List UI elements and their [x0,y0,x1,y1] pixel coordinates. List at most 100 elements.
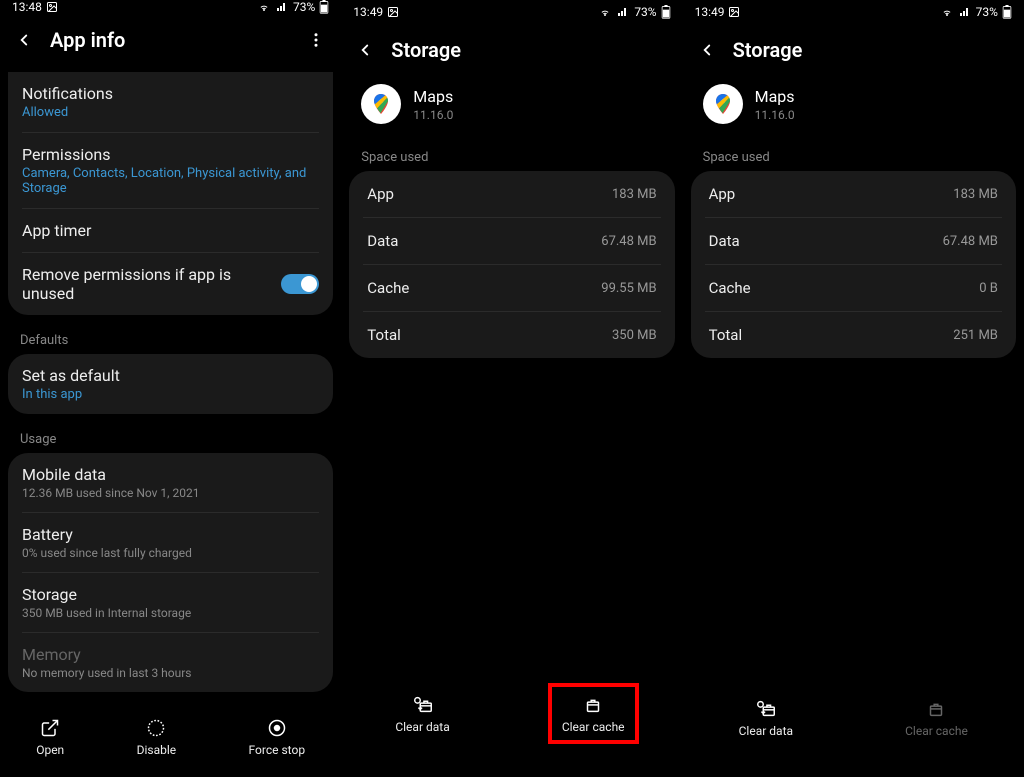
row-value: 350 MB [612,328,657,343]
card-space-used: App 183 MB Data 67.48 MB Cache 0 B Total… [691,171,1016,358]
row-app-size: App 183 MB [363,171,660,217]
back-button[interactable] [355,40,375,60]
battery-icon [661,5,671,19]
row-label: Remove permissions if app is unused [22,265,271,303]
page-title: Storage [391,38,461,62]
maps-app-icon [361,84,401,124]
app-version: 11.16.0 [755,108,795,122]
chevron-left-icon [698,41,716,59]
row-set-as-default[interactable]: Set as default In this app [22,354,319,414]
card-app-settings: Notifications Allowed Permissions Camera… [8,72,333,315]
statusbar: 13:49 73% [683,0,1024,24]
screen-storage-before: 13:49 73% Storage Maps 11.16.0 Space use… [341,0,682,758]
section-space-used: Space used [683,142,1024,171]
row-key: Total [367,326,401,344]
screen-app-info: 13:48 73% App info Notifications Allowed… [0,0,341,758]
battery-text: 73% [976,5,998,19]
row-sub: Allowed [22,105,319,120]
row-cache-size: Cache 0 B [705,264,1002,311]
card-usage: Mobile data 12.36 MB used since Nov 1, 2… [8,453,333,692]
row-value: 67.48 MB [601,234,656,249]
wifi-icon [257,1,271,13]
back-button[interactable] [697,40,717,60]
row-key: Data [709,232,740,250]
page-title: Storage [733,38,803,62]
row-label: Storage [22,585,319,604]
row-data-size: Data 67.48 MB [363,217,660,264]
header: App info [0,14,341,72]
page-title: App info [50,28,125,52]
button-label: Clear cache [562,720,625,734]
row-sub: 12.36 MB used since Nov 1, 2021 [22,486,319,500]
clear-cache-button[interactable]: Clear cache [548,683,639,744]
toggle-switch[interactable] [281,274,319,294]
open-button[interactable]: Open [26,712,74,763]
battery-icon [319,0,329,14]
row-value: 67.48 MB [943,234,998,249]
app-header: Maps 11.16.0 [341,82,682,142]
row-label: Battery [22,525,319,544]
row-key: App [709,185,736,203]
section-space-used: Space used [341,142,682,171]
back-button[interactable] [14,30,34,50]
row-label: App timer [22,221,319,240]
clear-data-button[interactable]: Clear data [385,687,459,740]
row-key: Cache [367,279,409,297]
row-value: 183 MB [612,187,657,202]
row-sub: 350 MB used in Internal storage [22,606,319,620]
battery-text: 73% [634,5,656,19]
row-label: Permissions [22,145,319,164]
clear-data-icon [755,697,777,719]
header: Storage [341,24,682,82]
row-cache-size: Cache 99.55 MB [363,264,660,311]
row-remove-permissions[interactable]: Remove permissions if app is unused [22,252,319,315]
disable-icon [146,718,166,738]
row-data-size: Data 67.48 MB [705,217,1002,264]
button-label: Clear cache [905,724,968,738]
row-storage[interactable]: Storage 350 MB used in Internal storage [22,572,319,632]
clear-cache-icon [582,693,604,715]
more-button[interactable] [307,31,325,49]
header: Storage [683,24,1024,82]
row-mobile-data[interactable]: Mobile data 12.36 MB used since Nov 1, 2… [22,453,319,512]
force-stop-button[interactable]: Force stop [239,712,316,763]
row-memory[interactable]: Memory No memory used in last 3 hours [22,632,319,692]
clear-cache-button: Clear cache [895,691,978,744]
row-value: 251 MB [953,328,998,343]
button-label: Clear data [395,720,449,734]
signal-icon [275,1,289,13]
battery-text: 73% [293,0,315,14]
more-vert-icon [307,31,325,49]
row-sub: In this app [22,387,319,402]
row-key: Data [367,232,398,250]
row-label: Mobile data [22,465,319,484]
card-space-used: App 183 MB Data 67.48 MB Cache 99.55 MB … [349,171,674,358]
clear-data-button[interactable]: Clear data [729,691,803,744]
button-label: Open [36,743,64,757]
chevron-left-icon [15,31,33,49]
signal-icon [616,6,630,18]
row-total-size: Total 251 MB [705,311,1002,358]
status-time: 13:49 [695,5,725,19]
row-app-size: App 183 MB [705,171,1002,217]
wifi-icon [598,6,612,18]
button-label: Disable [137,743,177,757]
open-icon [40,718,60,738]
image-icon [387,6,399,18]
statusbar: 13:48 73% [0,0,341,14]
row-app-timer[interactable]: App timer [22,208,319,252]
chevron-left-icon [356,41,374,59]
app-name: Maps [755,87,795,106]
row-battery[interactable]: Battery 0% used since last fully charged [22,512,319,572]
clear-data-icon [412,693,434,715]
bottom-bar: Open Disable Force stop [0,702,341,777]
row-key: Total [709,326,743,344]
signal-icon [958,6,972,18]
row-notifications[interactable]: Notifications Allowed [22,72,319,132]
disable-button[interactable]: Disable [127,712,187,763]
clear-cache-icon [925,697,947,719]
app-name: Maps [413,87,453,106]
row-permissions[interactable]: Permissions Camera, Contacts, Location, … [22,132,319,208]
app-header: Maps 11.16.0 [683,82,1024,142]
row-key: App [367,185,394,203]
